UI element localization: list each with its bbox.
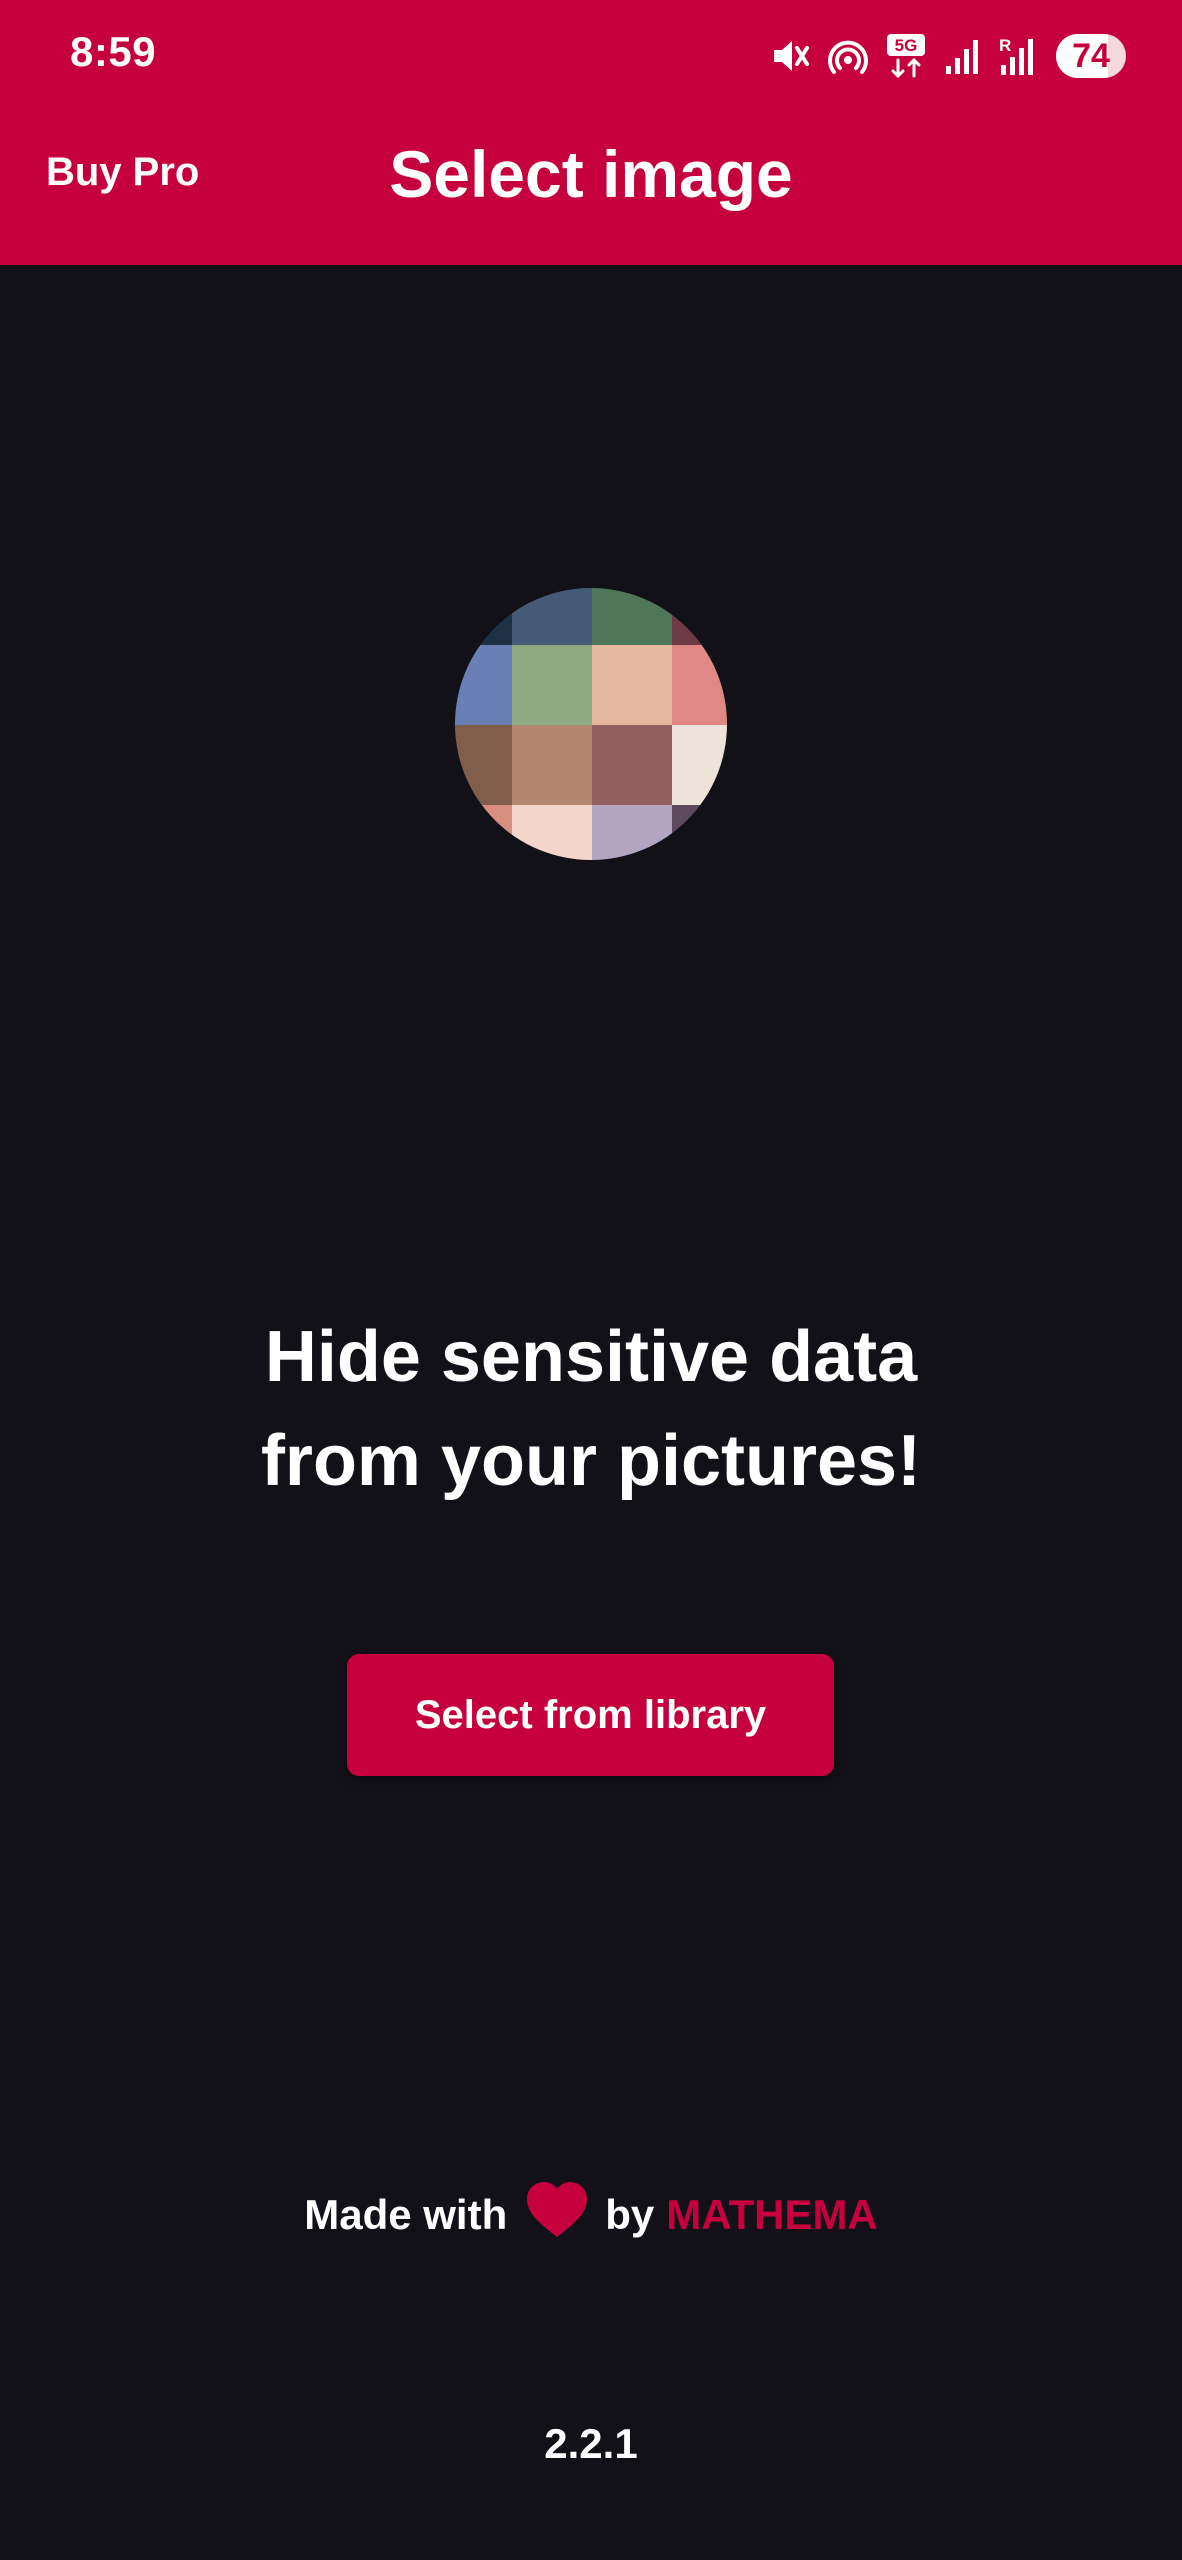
status-icons: 5G R 74 [770, 30, 1126, 82]
made-with-credit: Made with by MATHEMA [0, 2182, 1182, 2245]
5g-icon: 5G [887, 34, 925, 79]
app-bar: 8:59 5G R 74 Buy Pro Select image [0, 0, 1182, 265]
5g-badge-text: 5G [895, 36, 918, 55]
select-from-library-button[interactable]: Select from library [347, 1654, 834, 1776]
mute-icon [774, 41, 809, 71]
battery-percent: 74 [1072, 36, 1110, 75]
hotspot-icon [828, 40, 868, 74]
app-version: 2.2.1 [544, 2420, 638, 2467]
status-time: 8:59 [70, 28, 157, 75]
by-label: by [605, 2191, 655, 2238]
tagline-line-2: from your pictures! [260, 1421, 922, 1501]
roaming-badge-text: R [999, 36, 1011, 55]
brand-link[interactable]: MATHEMA [666, 2191, 878, 2239]
made-with-label: Made with [304, 2191, 508, 2238]
tagline: Hide sensitive data from your pictures! [0, 1305, 1182, 1513]
signal-roaming-icon: R [999, 36, 1033, 75]
tagline-line-1: Hide sensitive data [264, 1317, 918, 1397]
heart-icon [525, 2181, 589, 2249]
signal-icon [946, 40, 978, 74]
pixelated-logo-icon [455, 588, 727, 860]
page-title: Select image [389, 137, 793, 211]
battery-indicator: 74 [1056, 34, 1126, 78]
